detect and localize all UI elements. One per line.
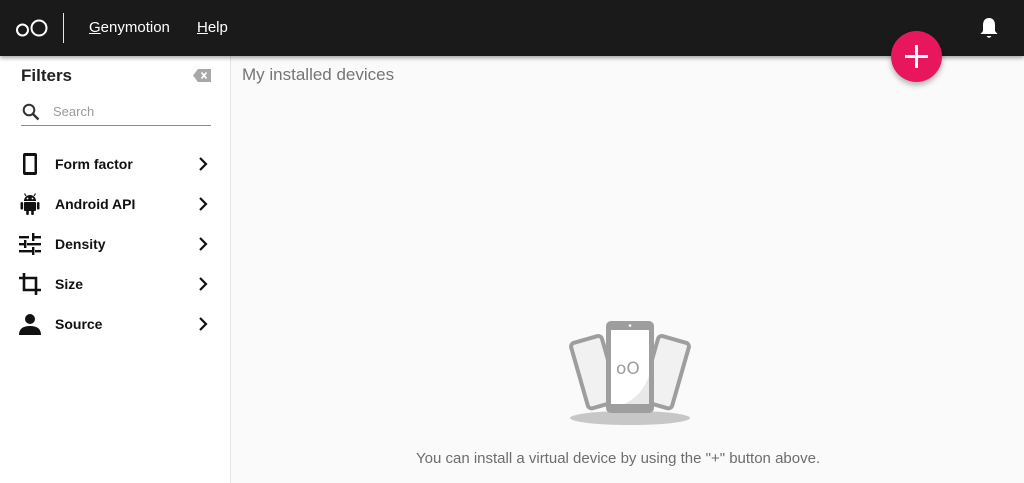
page-title: My installed devices <box>242 65 395 84</box>
filter-source[interactable]: Source <box>0 304 230 344</box>
android-icon <box>20 193 40 215</box>
filter-label: Density <box>55 236 106 252</box>
menu-help-label: elp <box>207 19 228 36</box>
filter-size[interactable]: Size <box>0 264 230 304</box>
illustration-logo-text: oO <box>616 359 640 379</box>
filter-density[interactable]: Density <box>0 224 230 264</box>
chevron-right-icon <box>199 157 208 171</box>
plus-icon <box>905 45 928 68</box>
filter-label: Form factor <box>55 156 133 172</box>
chevron-right-icon <box>199 197 208 211</box>
backspace-icon[interactable] <box>193 69 211 82</box>
crop-icon <box>19 273 41 295</box>
search-input[interactable] <box>53 101 209 121</box>
filters-sidebar: Filters Form factor Android <box>0 56 231 483</box>
devices-illustration: oO <box>569 321 691 425</box>
bell-icon[interactable] <box>978 16 1000 40</box>
add-device-button[interactable] <box>891 31 942 82</box>
chevron-right-icon <box>199 237 208 251</box>
menu-genymotion[interactable]: Genymotion <box>89 19 170 37</box>
genymotion-logo <box>16 19 48 37</box>
phone-icon <box>23 153 37 175</box>
filter-android-api[interactable]: Android API <box>0 184 230 224</box>
chevron-right-icon <box>199 277 208 291</box>
top-bar: Genymotion Help <box>0 0 1024 56</box>
filters-title: Filters <box>21 66 73 85</box>
menu-genymotion-mnemonic: G <box>89 19 101 36</box>
filter-label: Android API <box>55 196 136 212</box>
sliders-icon <box>19 233 41 255</box>
menu-help-mnemonic: H <box>197 19 208 36</box>
menu-genymotion-label: enymotion <box>100 19 170 36</box>
chevron-right-icon <box>199 317 208 331</box>
filter-form-factor[interactable]: Form factor <box>0 144 230 184</box>
menu-help[interactable]: Help <box>197 19 228 37</box>
search-field <box>21 99 211 126</box>
person-icon <box>19 314 41 335</box>
filter-label: Source <box>55 316 103 332</box>
search-icon <box>22 103 40 121</box>
logo-divider <box>63 13 64 43</box>
filter-label: Size <box>55 276 84 292</box>
empty-state-message: You can install a virtual device by usin… <box>416 450 821 467</box>
